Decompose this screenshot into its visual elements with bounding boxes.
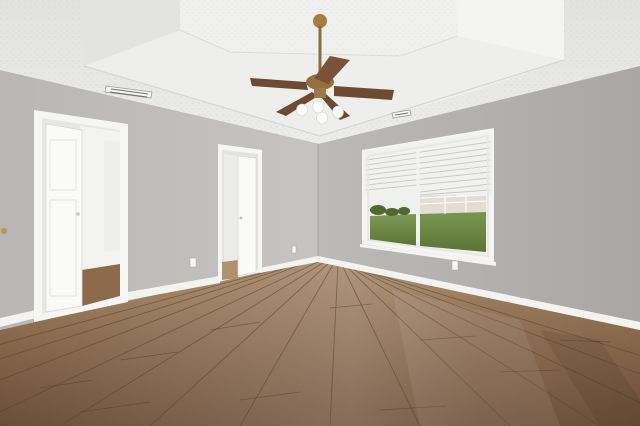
room-photo — [0, 0, 640, 426]
closet-doorway — [34, 110, 128, 322]
room-illustration — [0, 0, 640, 426]
door-knob-icon — [0, 227, 8, 235]
door-knob — [76, 212, 80, 216]
bathroom-doorway — [218, 144, 262, 282]
outlet-icon — [189, 257, 197, 268]
outlet-icon — [451, 260, 459, 271]
outlet-icon — [291, 245, 297, 254]
window — [360, 128, 496, 266]
